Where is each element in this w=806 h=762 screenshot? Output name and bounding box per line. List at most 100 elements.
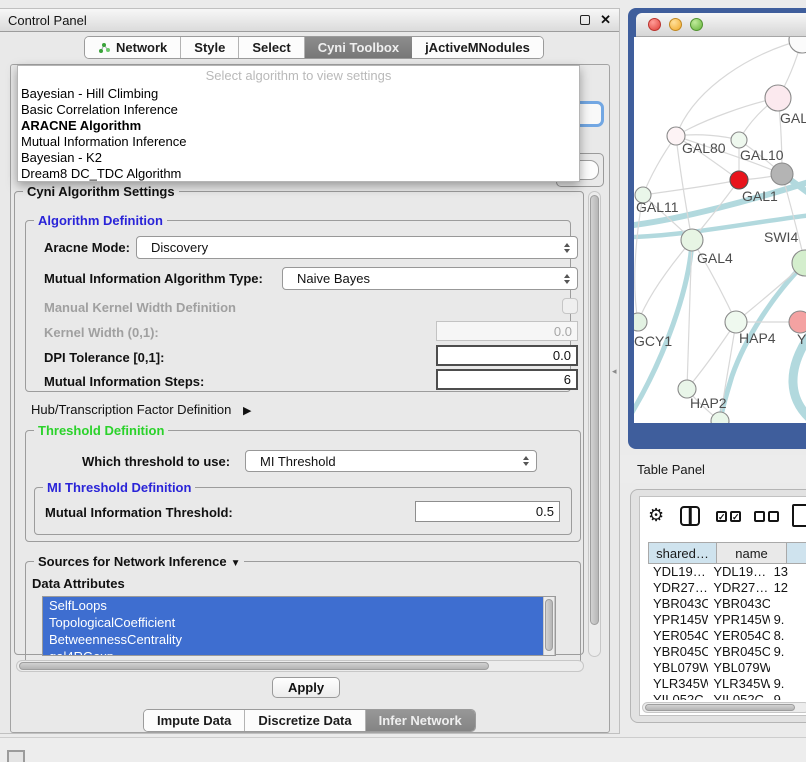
sources-group-title: Sources for Network Inference▼ xyxy=(34,554,244,569)
kernel-width-value: 0.0 xyxy=(554,324,572,339)
network-node-gal1[interactable] xyxy=(730,171,748,189)
network-node-y[interactable] xyxy=(789,311,806,333)
network-node-label: GAL xyxy=(780,110,806,126)
control-panel-tabbar: Network Style Select Cyni Toolbox jActiv… xyxy=(84,36,544,59)
table-panel-titlebar: Table Panel xyxy=(620,455,806,483)
apply-button[interactable]: Apply xyxy=(272,677,340,698)
table-row[interactable]: YER054C YER054C 8. xyxy=(648,628,806,644)
deselect-all-checkbox-icon[interactable] xyxy=(754,511,765,522)
cell-name: YBR045C xyxy=(708,644,769,660)
columns-icon[interactable] xyxy=(680,506,700,526)
mi-threshold-field[interactable]: 0.5 xyxy=(415,501,560,522)
cell-name: YDR27… xyxy=(708,580,769,596)
document-icon[interactable] xyxy=(792,504,806,527)
attribute-item[interactable]: BetweennessCentrality xyxy=(43,631,555,648)
hub-factor-expander[interactable]: Hub/Transcription Factor Definition ▶ xyxy=(31,402,251,417)
attribute-item[interactable]: SelfLoops xyxy=(43,597,555,614)
minimized-window-icon[interactable] xyxy=(7,750,25,762)
algorithm-option[interactable]: Basic Correlation Inference xyxy=(18,102,579,118)
select-all-checkbox-icon-2[interactable]: ✓ xyxy=(730,511,741,522)
table-row[interactable]: YBR043C YBR043C xyxy=(648,596,806,612)
close-icon[interactable]: ✕ xyxy=(600,12,611,28)
network-node-gal[interactable] xyxy=(765,85,791,111)
close-traffic-light[interactable] xyxy=(648,18,661,31)
table-row[interactable]: YBR045C YBR045C 9. xyxy=(648,644,806,660)
cell-name: YDL19… xyxy=(708,564,769,580)
table-row[interactable]: YBL079W YBL079W xyxy=(648,660,806,676)
algorithm-option[interactable]: Mutual Information Inference xyxy=(18,134,579,150)
tab-select[interactable]: Select xyxy=(239,37,304,58)
aracne-mode-select[interactable]: Discovery xyxy=(136,236,578,259)
algorithm-option[interactable]: Dream8 DC_TDC Algorithm xyxy=(18,166,579,182)
column-header-third[interactable]: A xyxy=(787,542,806,564)
deselect-all-checkbox-icon-2[interactable] xyxy=(768,511,779,522)
mi-steps-field[interactable]: 6 xyxy=(436,369,578,390)
cell-value: 8. xyxy=(770,628,806,644)
network-node[interactable] xyxy=(771,163,793,185)
network-node-gal4[interactable] xyxy=(681,229,703,251)
select-all-checkbox-icon[interactable]: ✓ xyxy=(716,511,727,522)
manual-kernel-width-checkbox[interactable] xyxy=(562,298,578,314)
aracne-mode-value: Discovery xyxy=(137,240,564,255)
tab-style-label: Style xyxy=(194,40,225,55)
sources-group: Sources for Network Inference▼ Data Attr… xyxy=(25,561,581,671)
table-row[interactable]: YDR27… YDR27… 12 xyxy=(648,580,806,596)
table-row[interactable]: YDL19… YDL19… 13 xyxy=(648,564,806,580)
attribute-item[interactable]: gal4RGexp xyxy=(43,648,555,656)
mi-algorithm-type-select[interactable]: Naive Bayes xyxy=(282,267,578,290)
cell-value: 9. xyxy=(770,692,806,700)
tab-cyni-toolbox[interactable]: Cyni Toolbox xyxy=(305,37,412,58)
settings-horizontal-scrollbar[interactable] xyxy=(16,660,584,672)
which-threshold-select[interactable]: MI Threshold xyxy=(245,450,537,472)
table-row[interactable]: YPR145W YPR145W 9. xyxy=(648,612,806,628)
attributes-scrollbar[interactable] xyxy=(543,597,555,656)
network-node[interactable] xyxy=(711,412,729,423)
network-edge xyxy=(643,180,739,195)
float-window-icon[interactable] xyxy=(580,15,590,25)
table-row[interactable]: YLR345W YLR345W 9. xyxy=(648,676,806,692)
combo-stepper-icon xyxy=(564,274,570,284)
network-tab-icon xyxy=(98,42,111,54)
which-threshold-value: MI Threshold xyxy=(246,454,523,469)
gear-icon[interactable]: ⚙ xyxy=(648,505,664,526)
attribute-item[interactable]: TopologicalCoefficient xyxy=(43,614,555,631)
network-node[interactable] xyxy=(789,37,806,53)
mi-algorithm-type-label: Mutual Information Algorithm Type: xyxy=(44,271,263,286)
column-header-name[interactable]: name xyxy=(717,542,787,564)
table-row[interactable]: YIL052C YIL052C 9. xyxy=(648,692,806,700)
minimize-traffic-light[interactable] xyxy=(669,18,682,31)
kernel-width-field[interactable]: 0.0 xyxy=(436,321,578,341)
attributes-scrollbar-thumb[interactable] xyxy=(545,599,553,651)
table-horizontal-scrollbar[interactable] xyxy=(642,702,806,713)
cell-shared-name: YDL19… xyxy=(648,564,708,580)
algorithm-option[interactable]: Bayesian - Hill Climbing xyxy=(18,86,579,102)
tab-infer-network[interactable]: Infer Network xyxy=(366,710,475,731)
settings-horizontal-scrollbar-thumb[interactable] xyxy=(19,662,489,670)
network-node-label: GCY1 xyxy=(634,333,672,349)
tab-network[interactable]: Network xyxy=(85,37,181,58)
dpi-tolerance-value: 0.0 xyxy=(553,348,571,363)
hub-factor-label: Hub/Transcription Factor Definition xyxy=(31,402,231,417)
manual-kernel-width-label: Manual Kernel Width Definition xyxy=(44,300,236,315)
data-attributes-label: Data Attributes xyxy=(32,576,125,591)
settings-vertical-scrollbar[interactable] xyxy=(588,191,601,657)
network-node-gcy1[interactable] xyxy=(634,313,647,331)
window-title: Control Panel xyxy=(8,13,87,28)
network-node-gal10[interactable] xyxy=(731,132,747,148)
column-header-shared-name[interactable]: shared… xyxy=(648,542,717,564)
panel-splitter-handle[interactable]: ◂ xyxy=(612,366,617,377)
tab-impute-data[interactable]: Impute Data xyxy=(144,710,245,731)
tab-jactivemnodules[interactable]: jActiveMNodules xyxy=(412,37,543,58)
network-edge xyxy=(676,98,778,136)
tab-style[interactable]: Style xyxy=(181,37,239,58)
network-canvas[interactable]: GALGAL80GAL10GAL1GAL11GAL4SWI4GCY1HAP4YH… xyxy=(634,37,806,423)
settings-vertical-scrollbar-thumb[interactable] xyxy=(590,195,599,625)
network-node-label: SWI4 xyxy=(764,229,798,245)
collapse-arrow-icon[interactable]: ▼ xyxy=(231,558,241,569)
table-horizontal-scrollbar-thumb[interactable] xyxy=(645,704,795,711)
tab-discretize-data[interactable]: Discretize Data xyxy=(245,710,365,731)
algorithm-option[interactable]: Bayesian - K2 xyxy=(18,150,579,166)
algorithm-option[interactable]: ARACNE Algorithm xyxy=(18,118,579,134)
zoom-traffic-light[interactable] xyxy=(690,18,703,31)
dpi-tolerance-field[interactable]: 0.0 xyxy=(436,345,578,366)
